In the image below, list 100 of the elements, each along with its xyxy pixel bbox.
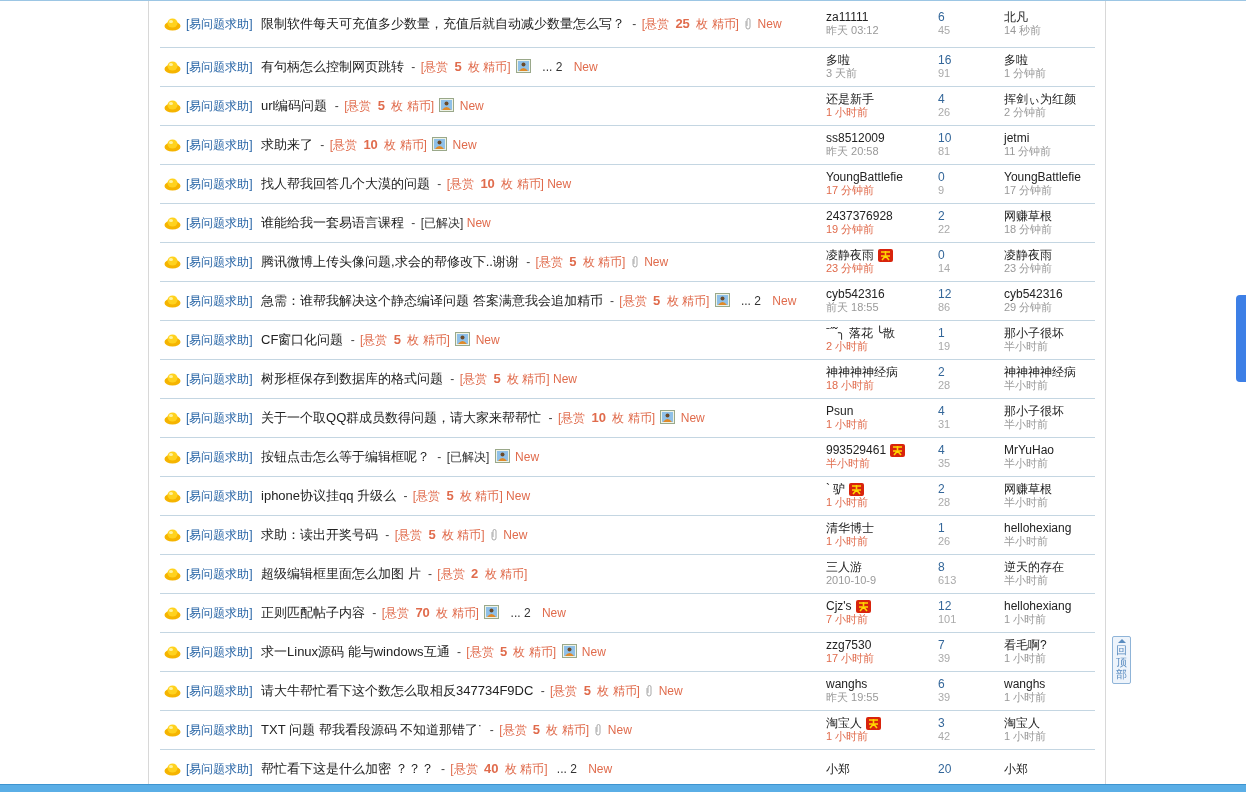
reply-count[interactable]: 2 xyxy=(938,366,998,379)
author-link[interactable]: ˉ˝ˇ╮ 落花 ╰散 xyxy=(826,327,896,340)
thread-title-link[interactable]: url编码问题 xyxy=(261,98,328,113)
category-link[interactable]: [易问题求助] xyxy=(186,177,253,191)
last-poster-link[interactable]: 网赚草根 xyxy=(1004,210,1095,223)
author-link[interactable]: 多啦 xyxy=(826,54,850,67)
reply-count[interactable]: 6 xyxy=(938,11,998,24)
thread-title-link[interactable]: 腾讯微博上传头像问题,求会的帮修改下..谢谢 xyxy=(261,254,519,269)
last-poster-link[interactable]: 那小子很坏 xyxy=(1004,405,1095,418)
author-link[interactable]: ss8512009 xyxy=(826,132,885,145)
reply-count[interactable]: 6 xyxy=(938,678,998,691)
thread-title-link[interactable]: iphone协议挂qq 升级么 xyxy=(261,488,397,503)
thread-title-link[interactable]: 有句柄怎么控制网页跳转 xyxy=(261,59,404,74)
reply-count[interactable]: 12 xyxy=(938,288,998,301)
category-link[interactable]: [易问题求助] xyxy=(186,606,253,620)
author-link[interactable]: 神神神神经病 xyxy=(826,366,898,379)
reply-count[interactable]: 0 xyxy=(938,249,998,262)
last-poster-link[interactable]: 淘宝人 xyxy=(1004,717,1095,730)
category-link[interactable]: [易问题求助] xyxy=(186,99,253,113)
thread-title-link[interactable]: 求一Linux源码 能与windows互通 xyxy=(261,644,450,659)
thread-title-link[interactable]: 正则匹配帖子内容 xyxy=(261,605,365,620)
page-link[interactable]: ... 2 xyxy=(556,762,577,776)
category-link[interactable]: [易问题求助] xyxy=(186,333,253,347)
thread-title-link[interactable]: CF窗口化问题 xyxy=(261,332,344,347)
category-link[interactable]: [易问题求助] xyxy=(186,567,253,581)
author-link[interactable]: za11111 xyxy=(826,11,869,24)
last-poster-link[interactable]: MrYuHao xyxy=(1004,444,1095,457)
author-link[interactable]: wanghs xyxy=(826,678,868,691)
author-link[interactable]: ` 驴 xyxy=(826,483,846,496)
last-poster-link[interactable]: 北凡 xyxy=(1004,11,1095,24)
page-link[interactable]: ... 2 xyxy=(542,60,563,74)
category-link[interactable]: [易问题求助] xyxy=(186,489,253,503)
page-link[interactable]: ... 2 xyxy=(740,294,761,308)
last-poster-link[interactable]: wanghs xyxy=(1004,678,1095,691)
thread-title-link[interactable]: 关于一个取QQ群成员数得问题，请大家来帮帮忙 xyxy=(261,410,542,425)
reply-count[interactable]: 4 xyxy=(938,93,998,106)
category-link[interactable]: [易问题求助] xyxy=(186,411,253,425)
last-poster-link[interactable]: 小郑 xyxy=(1004,762,1095,776)
category-link[interactable]: [易问题求助] xyxy=(186,723,253,737)
thread-title-link[interactable]: 请大牛帮忙看下这个数怎么取相反347734F9DC xyxy=(261,683,534,698)
last-poster-link[interactable]: 看毛啊? xyxy=(1004,639,1095,652)
author-link[interactable]: Psun xyxy=(826,405,854,418)
last-poster-link[interactable]: 多啦 xyxy=(1004,54,1095,67)
last-poster-link[interactable]: 逆天的存在 xyxy=(1004,561,1095,574)
author-link[interactable]: 清华博士 xyxy=(826,522,874,535)
category-link[interactable]: [易问题求助] xyxy=(186,294,253,308)
author-link[interactable]: YoungBattlefie xyxy=(826,171,903,184)
side-tab[interactable] xyxy=(1236,295,1246,382)
reply-count[interactable]: 2 xyxy=(938,210,998,223)
reply-count[interactable]: 4 xyxy=(938,444,998,457)
author-link[interactable]: 淘宝人 xyxy=(826,717,862,730)
thread-title-link[interactable]: 树形框保存到数据库的格式问题 xyxy=(261,371,443,386)
last-poster-link[interactable]: hellohexiang xyxy=(1004,522,1095,535)
thread-title-link[interactable]: 谁能给我一套易语言课程 xyxy=(261,215,404,230)
author-link[interactable]: 小郑 xyxy=(826,762,850,776)
author-link[interactable]: zzg7530 xyxy=(826,639,872,652)
last-poster-link[interactable]: cyb542316 xyxy=(1004,288,1095,301)
author-link[interactable]: 993529461 xyxy=(826,444,887,457)
thread-title-link[interactable]: 求助来了 xyxy=(261,137,313,152)
last-poster-link[interactable]: YoungBattlefie xyxy=(1004,171,1095,184)
category-link[interactable]: [易问题求助] xyxy=(186,60,253,74)
reply-count[interactable]: 0 xyxy=(938,171,998,184)
last-poster-link[interactable]: jetmi xyxy=(1004,132,1095,145)
reply-count[interactable]: 1 xyxy=(938,327,998,340)
last-poster-link[interactable]: hellohexiang xyxy=(1004,600,1095,613)
category-link[interactable]: [易问题求助] xyxy=(186,255,253,269)
category-link[interactable]: [易问题求助] xyxy=(186,216,253,230)
reply-count[interactable]: 20 xyxy=(938,762,998,776)
reply-count[interactable]: 2 xyxy=(938,483,998,496)
last-poster-link[interactable]: 网赚草根 xyxy=(1004,483,1095,496)
category-link[interactable]: [易问题求助] xyxy=(186,138,253,152)
category-link[interactable]: [易问题求助] xyxy=(186,528,253,542)
last-poster-link[interactable]: 挥剑ぃ为红颜 xyxy=(1004,93,1095,106)
author-link[interactable]: 凌静夜雨 xyxy=(826,249,874,262)
category-link[interactable]: [易问题求助] xyxy=(186,372,253,386)
category-link[interactable]: [易问题求助] xyxy=(186,17,253,31)
category-link[interactable]: [易问题求助] xyxy=(186,450,253,464)
thread-title-link[interactable]: 急需：谁帮我解决这个静态编译问题 答案满意我会追加精币 xyxy=(261,293,603,308)
thread-title-link[interactable]: 限制软件每天可充值多少数量，充值后就自动减少数量怎么写？ xyxy=(261,16,625,31)
thread-title-link[interactable]: 求助：读出开奖号码 xyxy=(261,527,378,542)
category-link[interactable]: [易问题求助] xyxy=(186,645,253,659)
author-link[interactable]: 2437376928 xyxy=(826,210,893,223)
page-link[interactable]: ... 2 xyxy=(510,606,531,620)
reply-count[interactable]: 12 xyxy=(938,600,998,613)
reply-count[interactable]: 8 xyxy=(938,561,998,574)
author-link[interactable]: Cjz's xyxy=(826,600,852,613)
thread-title-link[interactable]: 超级编辑框里面怎么加图 片 xyxy=(261,566,421,581)
reply-count[interactable]: 16 xyxy=(938,54,998,67)
reply-count[interactable]: 3 xyxy=(938,717,998,730)
author-link[interactable]: 三人游 xyxy=(826,561,862,574)
reply-count[interactable]: 7 xyxy=(938,639,998,652)
author-link[interactable]: 还是新手 xyxy=(826,93,874,106)
thread-title-link[interactable]: TXT 问题 帮我看段源码 不知道那错了˙ xyxy=(261,722,483,737)
thread-title-link[interactable]: 按钮点击怎么等于编辑框呢？ xyxy=(261,449,430,464)
reply-count[interactable]: 10 xyxy=(938,132,998,145)
thread-title-link[interactable]: 找人帮我回答几个大漠的问题 xyxy=(261,176,430,191)
last-poster-link[interactable]: 神神神神经病 xyxy=(1004,366,1095,379)
thread-title-link[interactable]: 帮忙看下这是什么加密 ？？？ xyxy=(261,761,434,776)
last-poster-link[interactable]: 凌静夜雨 xyxy=(1004,249,1095,262)
last-poster-link[interactable]: 那小子很坏 xyxy=(1004,327,1095,340)
